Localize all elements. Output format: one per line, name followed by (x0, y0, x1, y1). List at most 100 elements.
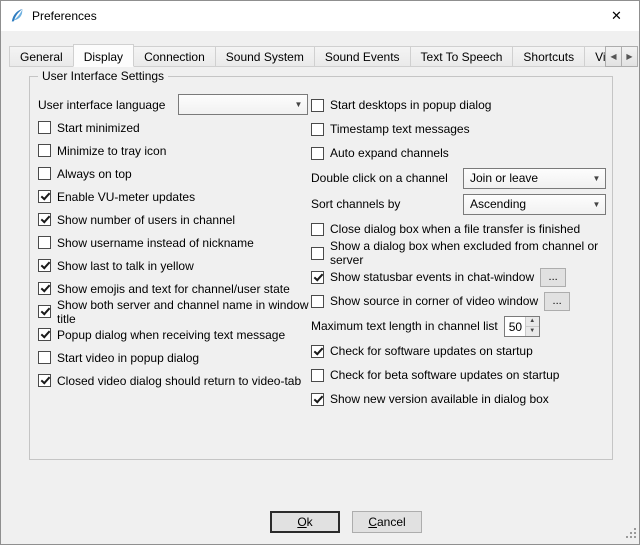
video-source-more-button[interactable]: ... (544, 292, 570, 311)
language-row: User interface language ▼ (38, 93, 310, 116)
checkbox-minimize-to-tray[interactable]: Minimize to tray icon (38, 139, 310, 162)
checkbox-label: Show both server and channel name in win… (57, 298, 310, 326)
tab-shortcuts[interactable]: Shortcuts (512, 46, 585, 67)
checkbox-label: Show emojis and text for channel/user st… (57, 282, 290, 296)
checkbox-label: Minimize to tray icon (57, 144, 166, 158)
tab-connection[interactable]: Connection (133, 46, 216, 67)
dialog-buttons: Ok Cancel (270, 511, 422, 533)
sort-channels-dropdown[interactable]: Ascending ▼ (463, 194, 606, 215)
checkbox-label: Check for software updates on startup (330, 344, 533, 358)
checkbox-box[interactable] (38, 259, 51, 272)
checkbox-statusbar-events[interactable]: Show statusbar events in chat-window ... (311, 265, 606, 289)
checkbox-start-minimized[interactable]: Start minimized (38, 116, 310, 139)
checkbox-label: Show source in corner of video window (330, 294, 538, 308)
checkbox-box[interactable] (311, 223, 324, 236)
checkbox-box[interactable] (38, 144, 51, 157)
tab-scroll-right-icon[interactable]: ▶ (621, 46, 638, 67)
checkbox-label: Show username instead of nickname (57, 236, 254, 250)
checkbox-video-popup[interactable]: Start video in popup dialog (38, 346, 310, 369)
checkbox-label: Start video in popup dialog (57, 351, 199, 365)
checkbox-box[interactable] (38, 121, 51, 134)
checkbox-label: Timestamp text messages (330, 122, 470, 136)
checkbox-label: Show new version available in dialog box (330, 392, 549, 406)
tab-general[interactable]: General (9, 46, 74, 67)
cancel-rest: ancel (377, 515, 406, 529)
right-column: Start desktops in popup dialog Timestamp… (311, 93, 606, 411)
checkbox-check-updates[interactable]: Check for software updates on startup (311, 339, 606, 363)
checkbox-label: Check for beta software updates on start… (330, 368, 559, 382)
checkbox-show-user-count[interactable]: Show number of users in channel (38, 208, 310, 231)
checkbox-box[interactable] (311, 393, 324, 406)
ok-button[interactable]: Ok (270, 511, 340, 533)
max-text-length-label: Maximum text length in channel list (311, 319, 498, 333)
checkbox-label: Show last to talk in yellow (57, 259, 194, 273)
checkbox-label: Always on top (57, 167, 132, 181)
spinner-down-icon[interactable]: ▼ (526, 327, 539, 336)
titlebar: Preferences ✕ (1, 1, 639, 31)
checkbox-new-version-dialog[interactable]: Show new version available in dialog box (311, 387, 606, 411)
checkbox-box[interactable] (38, 213, 51, 226)
checkbox-box[interactable] (311, 247, 324, 260)
ok-accelerator: O (297, 515, 306, 529)
cancel-button[interactable]: Cancel (352, 511, 422, 533)
checkbox-label: Close dialog box when a file transfer is… (330, 222, 580, 236)
checkbox-box[interactable] (311, 147, 324, 160)
window-title: Preferences (32, 9, 97, 23)
max-text-length-row: Maximum text length in channel list 50 ▲… (311, 313, 606, 339)
checkbox-box[interactable] (311, 99, 324, 112)
checkbox-always-on-top[interactable]: Always on top (38, 162, 310, 185)
tab-display[interactable]: Display (73, 44, 134, 67)
checkbox-label: Closed video dialog should return to vid… (57, 374, 301, 388)
checkbox-check-beta-updates[interactable]: Check for beta software updates on start… (311, 363, 606, 387)
user-interface-settings-group: User Interface Settings User interface l… (29, 76, 613, 460)
tab-scroll-left-icon[interactable]: ◀ (605, 46, 622, 67)
group-title: User Interface Settings (38, 69, 168, 83)
max-text-length-spinner[interactable]: 50 ▲ ▼ (504, 316, 540, 337)
checkbox-box[interactable] (38, 190, 51, 203)
sort-channels-value: Ascending (470, 197, 526, 211)
spinner-up-icon[interactable]: ▲ (526, 317, 539, 327)
checkbox-label: Start desktops in popup dialog (330, 98, 491, 112)
double-click-dropdown[interactable]: Join or leave ▼ (463, 168, 606, 189)
resize-grip-icon[interactable] (625, 527, 637, 542)
checkbox-box[interactable] (311, 345, 324, 358)
spinner-arrows: ▲ ▼ (525, 317, 539, 336)
ok-rest: k (307, 515, 313, 529)
double-click-row: Double click on a channel Join or leave … (311, 165, 606, 191)
checkbox-box[interactable] (38, 374, 51, 387)
checkbox-video-source-corner[interactable]: Show source in corner of video window ..… (311, 289, 606, 313)
tab-bar: General Display Connection Sound System … (9, 44, 639, 67)
checkbox-last-to-talk[interactable]: Show last to talk in yellow (38, 254, 310, 277)
checkbox-box[interactable] (38, 167, 51, 180)
tab-sound-events[interactable]: Sound Events (314, 46, 411, 67)
checkbox-close-filetransfer[interactable]: Close dialog box when a file transfer is… (311, 217, 606, 241)
checkbox-timestamp-messages[interactable]: Timestamp text messages (311, 117, 606, 141)
statusbar-more-button[interactable]: ... (540, 268, 566, 287)
checkbox-excluded-dialog[interactable]: Show a dialog box when excluded from cha… (311, 241, 606, 265)
checkbox-auto-expand[interactable]: Auto expand channels (311, 141, 606, 165)
checkbox-popup-text-message[interactable]: Popup dialog when receiving text message (38, 323, 310, 346)
cancel-accelerator: C (368, 515, 377, 529)
checkbox-box[interactable] (311, 369, 324, 382)
checkbox-box[interactable] (311, 295, 324, 308)
checkbox-box[interactable] (38, 351, 51, 364)
checkbox-show-username[interactable]: Show username instead of nickname (38, 231, 310, 254)
app-icon (9, 8, 25, 24)
checkbox-box[interactable] (38, 282, 51, 295)
checkbox-closed-video-return[interactable]: Closed video dialog should return to vid… (38, 369, 310, 392)
tab-sound-system[interactable]: Sound System (215, 46, 315, 67)
checkbox-label: Start minimized (57, 121, 140, 135)
checkbox-box[interactable] (311, 123, 324, 136)
checkbox-box[interactable] (38, 328, 51, 341)
checkbox-label: Popup dialog when receiving text message (57, 328, 285, 342)
checkbox-box[interactable] (311, 271, 324, 284)
checkbox-server-channel-title[interactable]: Show both server and channel name in win… (38, 300, 310, 323)
checkbox-vu-meter[interactable]: Enable VU-meter updates (38, 185, 310, 208)
checkbox-box[interactable] (38, 236, 51, 249)
tab-text-to-speech[interactable]: Text To Speech (410, 46, 514, 67)
checkbox-box[interactable] (38, 305, 51, 318)
language-dropdown[interactable]: ▼ (178, 94, 308, 115)
language-label: User interface language (38, 98, 178, 112)
checkbox-desktops-popup[interactable]: Start desktops in popup dialog (311, 93, 606, 117)
close-icon[interactable]: ✕ (594, 1, 639, 31)
